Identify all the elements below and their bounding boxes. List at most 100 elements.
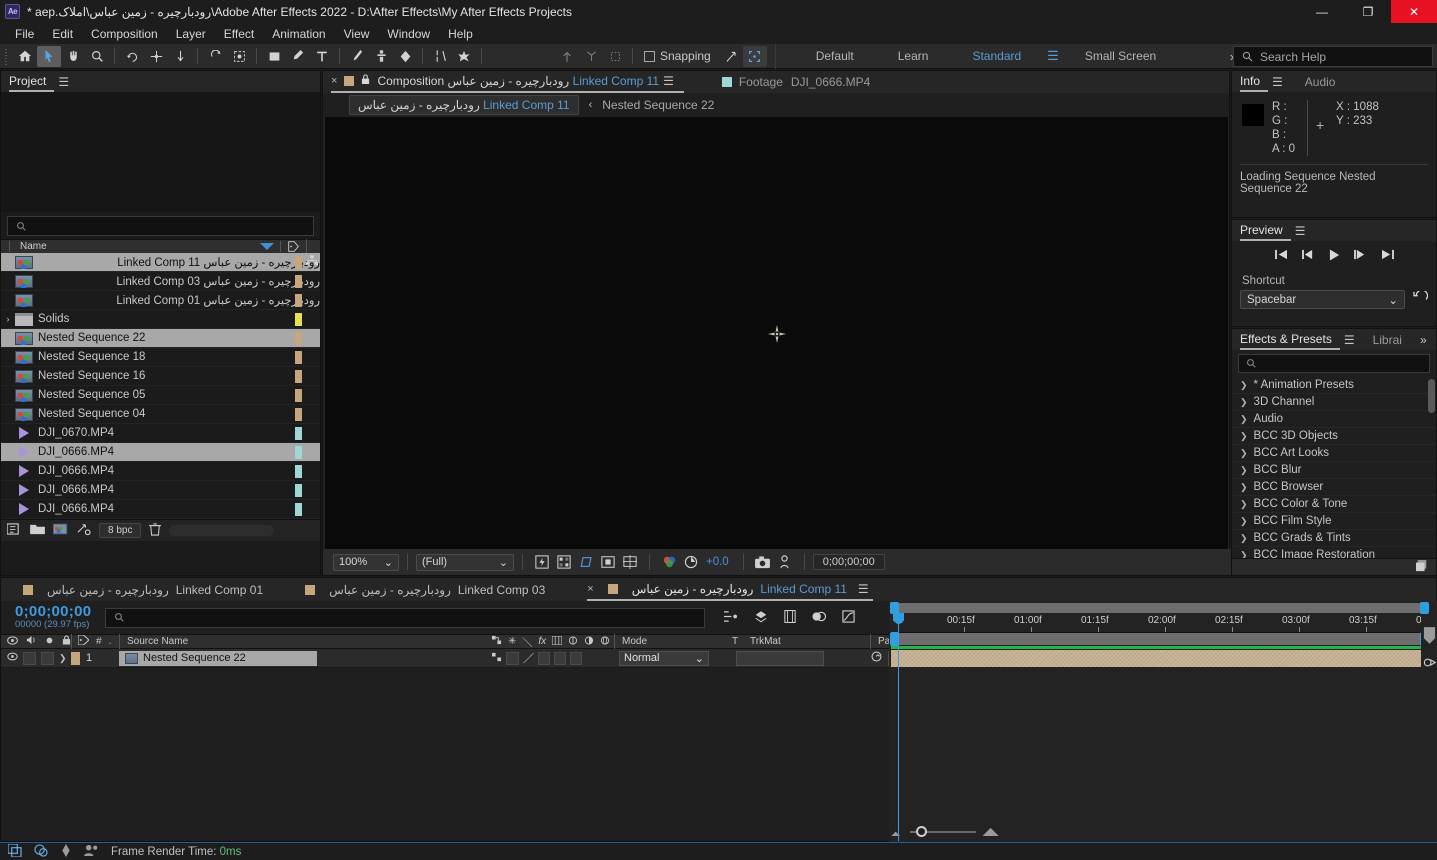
title-action-safe-icon[interactable] bbox=[619, 553, 641, 571]
layer-motion-blur-switch[interactable] bbox=[570, 651, 582, 665]
menu-window[interactable]: Window bbox=[378, 25, 439, 43]
lock-icon[interactable] bbox=[361, 74, 370, 88]
zoom-slider-track[interactable] bbox=[910, 826, 976, 837]
parent-pickwhip-icon[interactable] bbox=[870, 651, 883, 666]
toolbar-grip[interactable] bbox=[3, 47, 11, 65]
tab-info[interactable]: Info bbox=[1240, 71, 1269, 92]
menu-help[interactable]: Help bbox=[439, 25, 482, 43]
rectangle-tool-icon[interactable] bbox=[262, 46, 286, 67]
last-frame-icon[interactable] bbox=[1381, 249, 1394, 263]
project-item[interactable]: رودبارچیره - زمین عباس Linked Comp 01 bbox=[1, 291, 320, 310]
mask-select-icon[interactable] bbox=[227, 46, 251, 67]
breadcrumb-arrow-icon[interactable]: ‹ bbox=[589, 99, 593, 111]
pan-behind-tool-icon[interactable] bbox=[168, 46, 192, 67]
timeline-navigator-bar[interactable] bbox=[890, 632, 1429, 646]
project-search-input[interactable] bbox=[7, 216, 314, 236]
project-item[interactable]: Nested Sequence 04 bbox=[1, 405, 320, 424]
project-item[interactable]: DJI_0666.MP4 bbox=[1, 481, 320, 500]
puppet-pin-icon[interactable] bbox=[428, 46, 452, 67]
label-color-swatch[interactable] bbox=[295, 274, 302, 288]
next-frame-icon[interactable] bbox=[1353, 249, 1367, 263]
snapping-toggle[interactable]: Snapping bbox=[644, 49, 711, 63]
work-area-bar[interactable] bbox=[890, 602, 1429, 614]
effects-category[interactable]: ❯ Audio bbox=[1232, 411, 1436, 428]
project-item[interactable]: DJI_0670.MP4 bbox=[1, 424, 320, 443]
menu-effect[interactable]: Effect bbox=[215, 25, 263, 43]
layer-duration-bar[interactable] bbox=[891, 650, 1428, 667]
project-item[interactable]: Nested Sequence 22 bbox=[1, 329, 320, 348]
label-color-swatch[interactable] bbox=[295, 407, 302, 421]
axis-world-icon[interactable] bbox=[579, 46, 603, 67]
column-label-icon[interactable] bbox=[280, 241, 306, 252]
brush-tool-icon[interactable] bbox=[345, 46, 369, 67]
channel-rgb-icon[interactable] bbox=[658, 553, 680, 571]
menu-file[interactable]: File bbox=[6, 25, 43, 43]
current-time-indicator[interactable] bbox=[893, 613, 904, 843]
label-color-swatch[interactable] bbox=[295, 312, 302, 326]
project-item[interactable]: Nested Sequence 18 bbox=[1, 348, 320, 367]
timeline-search-input[interactable] bbox=[105, 607, 706, 628]
layer-expand-arrow[interactable]: ❯ bbox=[59, 653, 67, 664]
effects-category[interactable]: ❯ BCC Color & Tone bbox=[1232, 496, 1436, 513]
exposure-reset-icon[interactable] bbox=[680, 553, 702, 571]
column-name[interactable]: Name bbox=[9, 241, 260, 252]
close-tab-icon[interactable]: × bbox=[331, 75, 337, 87]
eraser-tool-icon[interactable] bbox=[393, 46, 417, 67]
effects-category[interactable]: ❯ 3D Channel bbox=[1232, 394, 1436, 411]
menu-edit[interactable]: Edit bbox=[43, 25, 82, 43]
project-settings-icon[interactable] bbox=[76, 523, 91, 539]
layer-solo-toggle[interactable] bbox=[41, 651, 54, 665]
type-tool-icon[interactable] bbox=[310, 46, 334, 67]
effects-overflow-icon[interactable]: » bbox=[1416, 333, 1431, 347]
workspace-standard[interactable]: Standard bbox=[950, 49, 1043, 63]
maximize-button[interactable]: ❐ bbox=[1345, 0, 1391, 23]
info-menu-icon[interactable]: ☰ bbox=[1268, 75, 1287, 89]
team-projects-icon[interactable] bbox=[84, 844, 99, 859]
zoom-tool-icon[interactable] bbox=[85, 46, 109, 67]
menu-layer[interactable]: Layer bbox=[167, 25, 215, 43]
effects-category[interactable]: ❯ BCC Art Looks bbox=[1232, 445, 1436, 462]
layer-quality-switch[interactable]: ／ bbox=[523, 650, 534, 666]
project-item[interactable]: DJI_0666.MP4 bbox=[1, 443, 320, 462]
hide-shy-layers-icon[interactable] bbox=[784, 609, 797, 626]
layer-trkmat-cell[interactable] bbox=[736, 650, 824, 666]
layer-frame-blend-switch[interactable] bbox=[554, 651, 566, 665]
effects-menu-icon[interactable]: ☰ bbox=[1340, 333, 1359, 347]
new-folder-icon[interactable] bbox=[30, 523, 45, 538]
effects-category[interactable]: ❯ BCC Browser bbox=[1232, 479, 1436, 496]
workspace-small-screen[interactable]: Small Screen bbox=[1063, 49, 1178, 63]
effects-category[interactable]: ❯ BCC Film Style bbox=[1232, 513, 1436, 530]
show-snapshot-icon[interactable] bbox=[774, 553, 796, 571]
render-queue-icon[interactable] bbox=[7, 842, 22, 860]
tab-libraries[interactable]: Librai bbox=[1373, 329, 1410, 350]
zoom-level-select[interactable]: 100% ⌄ bbox=[333, 553, 399, 571]
rotation-tool-icon[interactable] bbox=[120, 46, 144, 67]
layer-visibility-toggle[interactable] bbox=[7, 652, 18, 664]
snapping-checkbox[interactable] bbox=[644, 50, 655, 62]
snap-to-icon[interactable] bbox=[719, 46, 743, 67]
hand-tool-icon[interactable] bbox=[61, 46, 85, 67]
composition-menu-icon[interactable]: ☰ bbox=[659, 74, 678, 88]
project-menu-icon[interactable]: ☰ bbox=[54, 75, 73, 89]
breadcrumb-current[interactable]: رودبارچیره - زمین عباس Linked Comp 11 bbox=[349, 95, 579, 115]
mode-header[interactable]: Mode bbox=[614, 634, 732, 649]
new-comp-icon[interactable] bbox=[6, 523, 22, 538]
transform-box-icon[interactable] bbox=[742, 45, 767, 67]
selection-tool-icon[interactable] bbox=[37, 45, 61, 67]
tab-effects-presets[interactable]: Effects & Presets bbox=[1240, 329, 1340, 350]
label-color-swatch[interactable] bbox=[295, 369, 302, 383]
new-composition-icon[interactable] bbox=[52, 523, 68, 538]
take-snapshot-icon[interactable] bbox=[752, 553, 774, 571]
tab-project[interactable]: Project bbox=[9, 71, 55, 92]
region-of-interest-icon[interactable] bbox=[575, 553, 597, 571]
roto-brush-icon[interactable] bbox=[203, 46, 227, 67]
prev-frame-icon[interactable] bbox=[1301, 249, 1315, 263]
label-color-swatch[interactable] bbox=[295, 388, 302, 402]
tab-preview[interactable]: Preview bbox=[1240, 220, 1291, 241]
shortcut-select[interactable]: Spacebar ⌄ bbox=[1240, 290, 1405, 309]
delete-icon[interactable] bbox=[149, 522, 162, 539]
play-icon[interactable] bbox=[1329, 249, 1340, 264]
label-color-swatch[interactable] bbox=[295, 293, 302, 307]
close-tab-icon[interactable]: × bbox=[587, 583, 593, 595]
label-color-swatch[interactable] bbox=[295, 445, 302, 459]
